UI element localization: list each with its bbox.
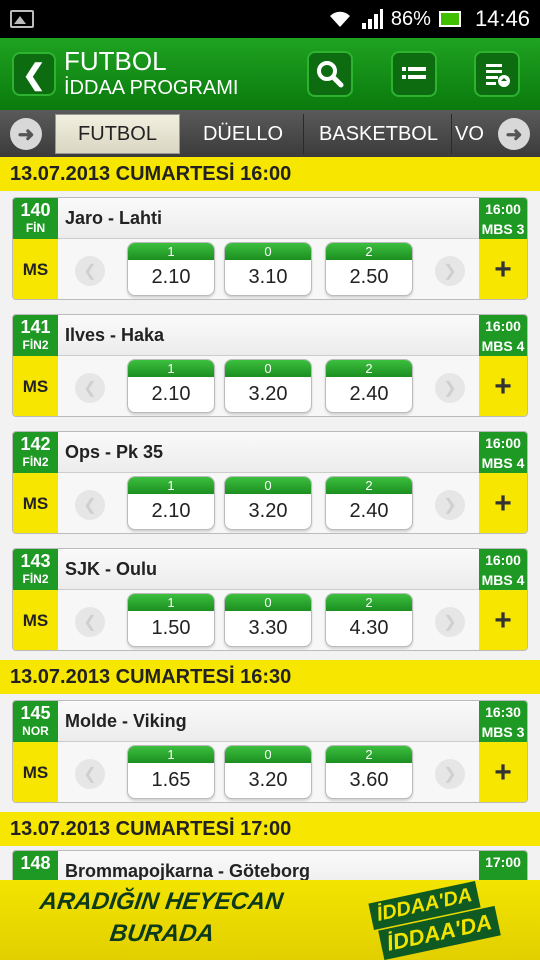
match-time: 16:00 MBS 4	[479, 432, 527, 473]
plus-icon: +	[494, 756, 512, 789]
odd-button-2[interactable]: 2 4.30	[325, 593, 413, 647]
odd-button-1[interactable]: 1 2.10	[127, 242, 215, 296]
match-card[interactable]: 141 FİN2 Ilves - Haka 16:00 MBS 4 MS ❮ 1…	[12, 314, 528, 417]
search-button[interactable]	[307, 51, 353, 97]
match-time: 16:00 MBS 4	[479, 315, 527, 356]
search-icon	[317, 61, 344, 88]
page-subtitle: İDDAA PROGRAMI	[64, 77, 239, 99]
prev-bet-type-button[interactable]: ❮	[75, 759, 105, 789]
battery-icon	[438, 11, 461, 27]
tab-duello[interactable]: DÜELLO	[183, 114, 304, 154]
bet-type-label: MS	[13, 590, 58, 650]
status-bar: 86% 14:46	[0, 0, 540, 38]
match-code: 143 FİN2	[13, 549, 58, 590]
odd-button-2[interactable]: 2 2.40	[325, 359, 413, 413]
coupon-button[interactable]	[474, 51, 520, 97]
match-card[interactable]: 140 FİN Jaro - Lahti 16:00 MBS 3 MS ❮ 12…	[12, 197, 528, 300]
tabs-left-arrow[interactable]: ➜	[10, 118, 42, 150]
more-bets-button[interactable]: +	[479, 590, 527, 650]
more-bets-button[interactable]: +	[479, 473, 527, 533]
plus-icon: +	[494, 604, 512, 637]
tab-voleybol[interactable]: VO	[455, 114, 489, 154]
arrow-left-icon: ➜	[17, 123, 35, 146]
plus-icon: +	[494, 487, 512, 520]
odd-button-1[interactable]: 1 1.50	[127, 593, 215, 647]
back-arrow-icon: ❮	[22, 58, 46, 90]
match-code: 142 FİN2	[13, 432, 58, 473]
date-header: 13.07.2013 CUMARTESİ 16:00	[0, 157, 540, 191]
banner-line-2: BURADA	[108, 920, 216, 947]
odd-button-2[interactable]: 2 2.50	[325, 242, 413, 296]
odd-button-1[interactable]: 1 2.10	[127, 359, 215, 413]
bet-type-label: MS	[13, 742, 58, 802]
more-bets-button[interactable]: +	[479, 356, 527, 416]
match-teams: Jaro - Lahti	[58, 198, 480, 239]
match-time: 16:00 MBS 4	[479, 549, 527, 590]
match-code: 141 FİN2	[13, 315, 58, 356]
tab-basketbol[interactable]: BASKETBOL	[306, 114, 452, 154]
odd-button-0[interactable]: 0 3.10	[224, 242, 312, 296]
match-time: 16:30 MBS 3	[479, 701, 527, 742]
clock: 14:46	[474, 6, 530, 31]
next-bet-type-button[interactable]: ❯	[435, 607, 465, 637]
odd-button-2[interactable]: 2 2.40	[325, 476, 413, 530]
odd-button-1[interactable]: 1 1.65	[127, 745, 215, 799]
sport-tab-bar: ➜ FUTBOL DÜELLO BASKETBOL VO ➜	[0, 110, 540, 160]
match-teams: SJK - Oulu	[58, 549, 480, 590]
match-card[interactable]: 143 FİN2 SJK - Oulu 16:00 MBS 4 MS ❮ 1 1.…	[12, 548, 528, 651]
odd-button-0[interactable]: 0 3.20	[224, 359, 312, 413]
next-bet-type-button[interactable]: ❯	[435, 256, 465, 286]
prev-bet-type-button[interactable]: ❮	[75, 373, 105, 403]
match-teams: Ops - Pk 35	[58, 432, 480, 473]
banner-line-1: ARADIĞIN HEYECAN	[38, 888, 285, 915]
iddaa-logo: İDDAA'DA İDDAA'DA	[368, 880, 520, 960]
match-card[interactable]: 145 NOR Molde - Viking 16:30 MBS 3 MS ❮ …	[12, 700, 528, 803]
tabs-right-arrow[interactable]: ➜	[498, 118, 530, 150]
next-bet-type-button[interactable]: ❯	[435, 373, 465, 403]
arrow-right-icon: ➜	[505, 123, 523, 146]
prev-bet-type-button[interactable]: ❮	[75, 490, 105, 520]
gallery-notification-icon	[10, 10, 34, 28]
match-code: 145 NOR	[13, 701, 58, 742]
next-bet-type-button[interactable]: ❯	[435, 490, 465, 520]
coupon-icon	[486, 64, 510, 87]
match-card[interactable]: 142 FİN2 Ops - Pk 35 16:00 MBS 4 MS ❮ 12…	[12, 431, 528, 534]
tab-futbol[interactable]: FUTBOL	[55, 114, 180, 154]
prev-bet-type-button[interactable]: ❮	[75, 256, 105, 286]
more-bets-button[interactable]: +	[479, 742, 527, 802]
ad-banner[interactable]: ARADIĞIN HEYECAN BURADA İDDAA'DA İDDAA'D…	[0, 880, 540, 960]
plus-icon: +	[494, 370, 512, 403]
bet-type-label: MS	[13, 239, 58, 299]
match-code: 140 FİN	[13, 198, 58, 239]
bet-type-label: MS	[13, 473, 58, 533]
plus-icon: +	[494, 253, 512, 286]
date-header: 13.07.2013 CUMARTESİ 17:00	[0, 812, 540, 846]
signal-icon	[361, 9, 383, 29]
wifi-icon	[329, 11, 350, 27]
page-title: FUTBOL	[64, 46, 167, 76]
odd-button-1[interactable]: 1 2.10	[127, 476, 215, 530]
program-list-button[interactable]	[391, 51, 437, 97]
battery-percent: 86%	[390, 7, 431, 30]
odd-button-0[interactable]: 0 3.30	[224, 593, 312, 647]
odd-button-0[interactable]: 0 3.20	[224, 476, 312, 530]
odd-button-0[interactable]: 0 3.20	[224, 745, 312, 799]
more-bets-button[interactable]: +	[479, 239, 527, 299]
odd-button-2[interactable]: 2 3.60	[325, 745, 413, 799]
match-time: 16:00 MBS 3	[479, 198, 527, 239]
match-teams: Ilves - Haka	[58, 315, 480, 356]
back-button[interactable]: ❮	[12, 52, 56, 96]
match-teams: Molde - Viking	[58, 701, 480, 742]
date-header: 13.07.2013 CUMARTESİ 16:30	[0, 660, 540, 694]
prev-bet-type-button[interactable]: ❮	[75, 607, 105, 637]
next-bet-type-button[interactable]: ❯	[435, 759, 465, 789]
list-icon	[402, 67, 426, 79]
bet-type-label: MS	[13, 356, 58, 416]
app-header: ❮ FUTBOL İDDAA PROGRAMI	[0, 38, 540, 110]
